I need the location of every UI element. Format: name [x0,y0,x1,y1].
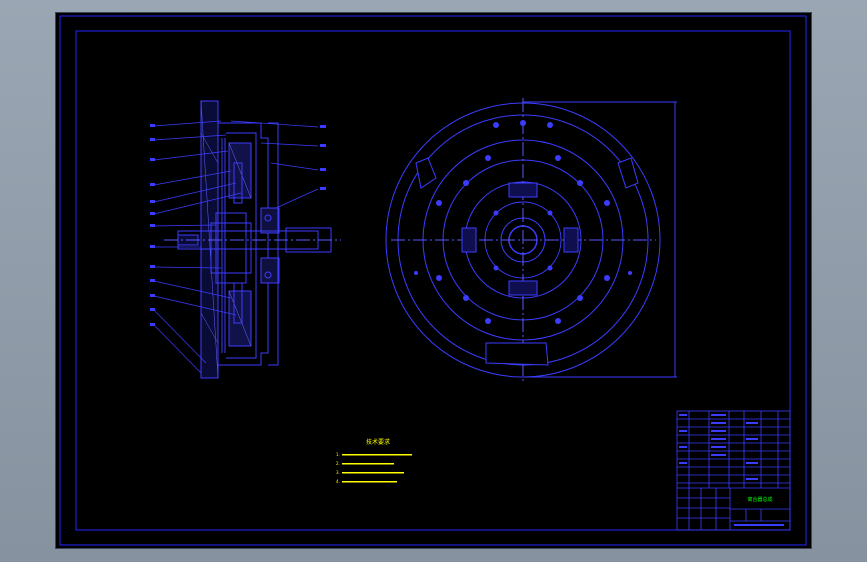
title-block: 离合器总成 [676,410,791,531]
outer-frame [59,15,807,546]
note-3: 3. [336,470,340,475]
drawing-canvas: 技术要求 1. 2. 3. 4. 离合器总成 [59,15,807,546]
note-2: 2. [336,461,340,466]
title-block-project-name: 离合器总成 [747,496,772,503]
technical-requirements: 技术要求 1. 2. 3. 4. [336,438,412,484]
note-1: 1. [336,452,340,457]
cad-viewer: 技术要求 1. 2. 3. 4. 离合器总成 [0,0,867,562]
section-view [150,100,341,379]
notes-title: 技术要求 [366,438,390,446]
front-view [385,98,677,383]
inner-frame [75,30,791,531]
note-4: 4. [336,479,340,484]
drawing-sheet: 技术要求 1. 2. 3. 4. 离合器总成 [56,13,811,548]
